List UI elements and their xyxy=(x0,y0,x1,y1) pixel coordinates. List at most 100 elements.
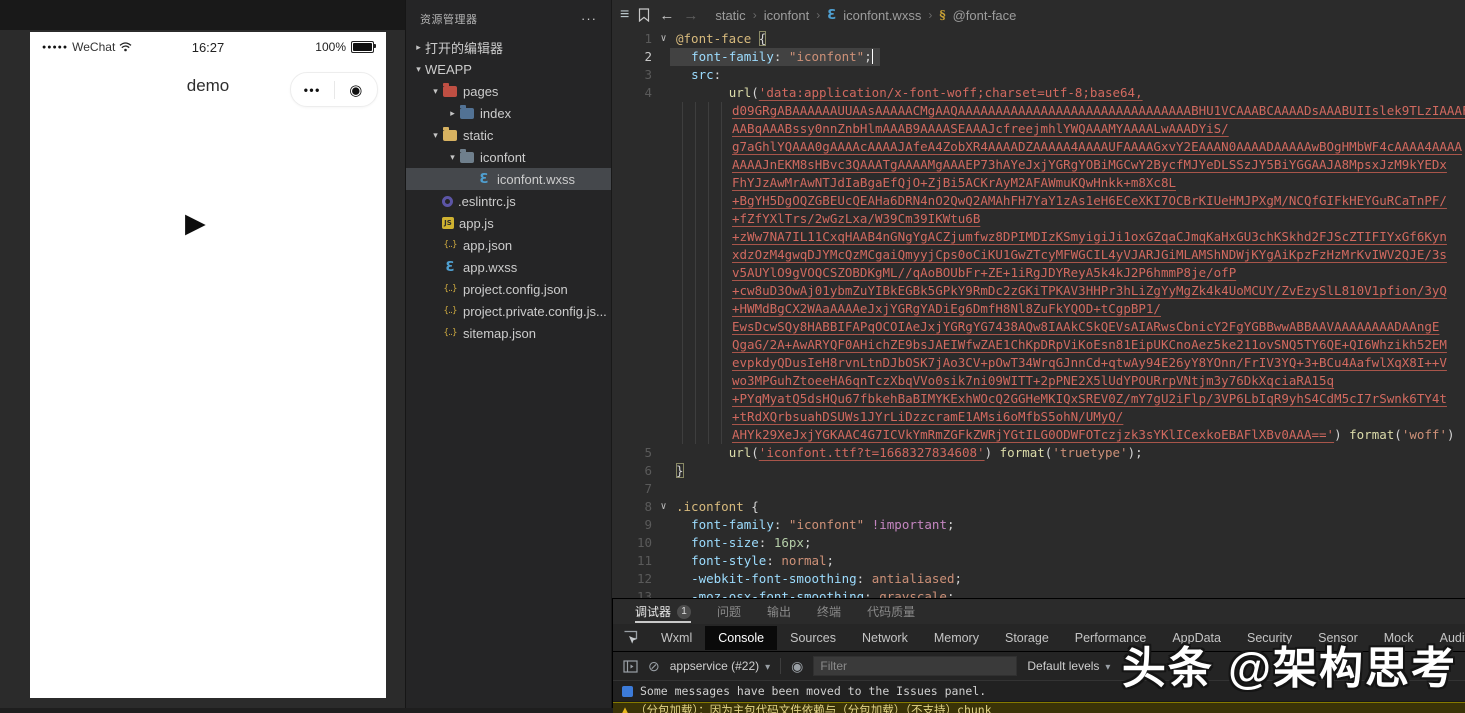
json-file-icon: {..} xyxy=(443,328,457,338)
fold-gutter xyxy=(657,246,670,264)
code-line[interactable]: 12 -webkit-font-smoothing: antialiased; xyxy=(612,570,1465,588)
tree-item-WEAPP[interactable]: ▾ WEAPP xyxy=(406,58,611,80)
devtools-tab-sources[interactable]: Sources xyxy=(777,626,849,650)
code-line[interactable]: g7aGhlYQAAA0gAAAAcAAAAJAfeA4ZobXR4AAAADZ… xyxy=(612,138,1465,156)
code-line[interactable]: +HWMdBgCX2WAaAAAAeJxjYGRgYADiEg6DmfH8Nl8… xyxy=(612,300,1465,318)
code-line[interactable]: 3 src: xyxy=(612,66,1465,84)
code-line[interactable]: 1 ∨ @font-face { xyxy=(612,30,1465,48)
devtools-tab-network[interactable]: Network xyxy=(849,626,921,650)
code-line[interactable]: QgaG/2A+AwARYQF0AHichZE9bsJAEIWfwZAE1ChK… xyxy=(612,336,1465,354)
folder-gray-icon xyxy=(459,148,475,164)
panel-tab-终端[interactable]: 终端 xyxy=(817,599,841,624)
tree-item-project.config.json[interactable]: {..} project.config.json xyxy=(406,278,611,300)
code-line[interactable]: AABqAAABssy0nnZnbHlmAAAB9AAAASEAAAJcfree… xyxy=(612,120,1465,138)
code-line[interactable]: xdzOzM4gwqDJYMcQzMCgaiQmyyjCps0oCiKU1GwZ… xyxy=(612,246,1465,264)
bookmark-icon[interactable] xyxy=(638,8,650,22)
code-line[interactable]: +zWw7NA7IL11CxqHAAB4nGNgYgACZjumfwz8DPIM… xyxy=(612,228,1465,246)
code-line[interactable]: AHYk29XeJxjYGKAAC4G7ICVkYmRmZGFkZWRjYGtI… xyxy=(612,426,1465,444)
folder-blue-icon xyxy=(459,104,475,120)
tree-item-label: project.private.config.js... xyxy=(463,303,607,319)
tree-item--[interactable]: ▸ 打开的编辑器 xyxy=(406,36,611,58)
line-number xyxy=(612,354,657,372)
panel-tab-调试器[interactable]: 调试器 1 xyxy=(635,599,692,624)
code-line[interactable]: 11 font-style: normal; xyxy=(612,552,1465,570)
devtools-tab-memory[interactable]: Memory xyxy=(921,626,992,650)
tree-item-label: iconfont.wxss xyxy=(497,171,576,187)
log-levels-dropdown[interactable]: Default levels xyxy=(1027,659,1110,673)
code-line[interactable]: evpkdyQDusIeH8rvnLtnDJbOSK7jAo3CV+pOwT34… xyxy=(612,354,1465,372)
code-line[interactable]: 10 font-size: 16px; xyxy=(612,534,1465,552)
filter-input[interactable] xyxy=(813,656,1018,676)
code-line[interactable]: 4 url('data:application/x-font-woff;char… xyxy=(612,84,1465,102)
code-line[interactable]: 7 xyxy=(612,480,1465,498)
panel-tab-输出[interactable]: 输出 xyxy=(767,599,791,624)
code-line[interactable]: d09GRgABAAAAAAUUAAsAAAAACMgAAQAAAAAAAAAA… xyxy=(612,102,1465,120)
line-number: 5 xyxy=(644,445,652,460)
code-line[interactable]: FhYJzAwMrAwNTJdIaBgaEfQjO+ZjBi5ACKrAyM2A… xyxy=(612,174,1465,192)
code-line[interactable]: 9 font-family: "iconfont" !important; xyxy=(612,516,1465,534)
code-line[interactable]: +tRdXQrbsuahDSUWs1JYrLiDzzcramE1AMsi6oMf… xyxy=(612,408,1465,426)
breadcrumb[interactable]: static › iconfont › Ɛ iconfont.wxss › § … xyxy=(715,8,1016,23)
breadcrumb-symbol[interactable]: @font-face xyxy=(953,8,1017,23)
breadcrumb-iconfont[interactable]: iconfont xyxy=(764,8,810,23)
code-line[interactable]: 5 url('iconfont.ttf?t=1668327834608') fo… xyxy=(612,444,1465,462)
tree-item-iconfont[interactable]: ▾ iconfont xyxy=(406,146,611,168)
code-line[interactable]: +BgYH5DgOQZGBEUcQEAHa6DRN4nO2QwQ2AMAhFH7… xyxy=(612,192,1465,210)
tree-item-index[interactable]: ▸ index xyxy=(406,102,611,124)
fold-chevron-icon[interactable]: ∨ xyxy=(657,498,670,516)
capsule-button[interactable]: ••• ◉ xyxy=(290,72,378,107)
code-line[interactable]: +fZfYXlTrs/2wGzLxa/W39Cm39IKWtu6B xyxy=(612,210,1465,228)
fold-gutter xyxy=(657,300,670,318)
code-area[interactable]: 1 ∨ @font-face {2 font-family: "iconfont";… xyxy=(612,30,1465,598)
code-text: +BgYH5DgOQZGBEUcQEAHa6DRN4nO2QwQ2AMAhFH7… xyxy=(670,192,1465,210)
tree-item-sitemap.json[interactable]: {..} sitemap.json xyxy=(406,322,611,344)
code-text: +fZfYXlTrs/2wGzLxa/W39Cm39IKWtu6B xyxy=(670,210,1465,228)
devtools-tab-wxml[interactable]: Wxml xyxy=(648,626,705,650)
line-number: 10 xyxy=(636,535,652,550)
devtools-tab-storage[interactable]: Storage xyxy=(992,626,1062,650)
panel-tab-问题[interactable]: 问题 xyxy=(717,599,741,624)
code-line[interactable]: v5AUYlO9gVOQCSZOBDKgML//qAoBOUbFr+ZE+1iR… xyxy=(612,264,1465,282)
tree-arrow-icon: ▸ xyxy=(450,107,455,118)
more-dots-icon[interactable]: ••• xyxy=(291,83,334,97)
code-line[interactable]: EwsDcwSQy8HABBIFAPqOCOIAeJxjYGRgYG7438AQ… xyxy=(612,318,1465,336)
chevron-right-icon: › xyxy=(752,8,757,22)
tree-item-static[interactable]: ▾ static xyxy=(406,124,611,146)
tree-item-app.json[interactable]: {..} app.json xyxy=(406,234,611,256)
back-icon[interactable]: ← xyxy=(659,7,674,24)
devtools-tab-console[interactable]: Console xyxy=(705,625,778,650)
console-sidebar-icon[interactable] xyxy=(623,659,638,673)
tree-item-app.js[interactable]: JS app.js xyxy=(406,212,611,234)
panel-tab-代码质量[interactable]: 代码质量 xyxy=(867,599,915,624)
breadcrumb-file[interactable]: iconfont.wxss xyxy=(843,8,921,23)
code-line[interactable]: AAAAJnEKM8sHBvc3QAAATgAAAAMgAAAEP73hAYeJ… xyxy=(612,156,1465,174)
open-editors-icon[interactable]: ≡ xyxy=(620,7,629,23)
code-line[interactable]: +cw8uD3OwAj01ybmZuYIBkEGBk5GPkY9RmDc2zGK… xyxy=(612,282,1465,300)
tree-item-pages[interactable]: ▾ pages xyxy=(406,80,611,102)
line-number xyxy=(612,228,657,246)
code-line[interactable]: 2 font-family: "iconfont"; xyxy=(612,48,1465,66)
breadcrumb-static[interactable]: static xyxy=(715,8,745,23)
code-text: EwsDcwSQy8HABBIFAPqOCOIAeJxjYGRgYG7438AQ… xyxy=(670,318,1465,336)
code-line[interactable]: wo3MPGuhZtoeeHA6qnTczXbqVVo0sik7ni09WITT… xyxy=(612,372,1465,390)
tree-item-app.wxss[interactable]: Ɛapp.wxss xyxy=(406,256,611,278)
code-line[interactable]: 8 ∨ .iconfont { xyxy=(612,498,1465,516)
code-text: g7aGhlYQAAA0gAAAAcAAAAJAfeA4ZobXR4AAAADZ… xyxy=(670,138,1465,156)
tree-item-.eslintrc.js[interactable]: .eslintrc.js xyxy=(406,190,611,212)
execution-context-dropdown[interactable]: appservice (#22) xyxy=(670,659,770,673)
file-tree: ▸ 打开的编辑器 ▾ WEAPP ▾ pages ▸ index ▾ static ▾ iconfon… xyxy=(406,36,611,344)
close-target-icon[interactable]: ◉ xyxy=(335,81,378,99)
tree-item-project.private.config.js...[interactable]: {..} project.private.config.js... xyxy=(406,300,611,322)
eye-icon[interactable]: ◉ xyxy=(791,658,803,675)
code-line[interactable]: +PYqMyatQ5dsHQu67fbkehBaBIMYKExhWOcQ2GGH… xyxy=(612,390,1465,408)
tree-item-label: 打开的编辑器 xyxy=(425,40,504,56)
code-line[interactable]: 13 -moz-osx-font-smoothing: grayscale; xyxy=(612,588,1465,598)
clear-console-icon[interactable]: ⊘ xyxy=(648,658,660,675)
more-actions-icon[interactable]: ··· xyxy=(581,12,597,25)
inspect-element-icon[interactable] xyxy=(623,630,638,645)
tree-item-iconfont.wxss[interactable]: Ɛiconfont.wxss xyxy=(406,168,611,190)
line-number: 3 xyxy=(644,67,652,82)
tree-item-label: project.config.json xyxy=(463,281,568,297)
fold-chevron-icon[interactable]: ∨ xyxy=(657,30,670,48)
code-line[interactable]: 6} xyxy=(612,462,1465,480)
